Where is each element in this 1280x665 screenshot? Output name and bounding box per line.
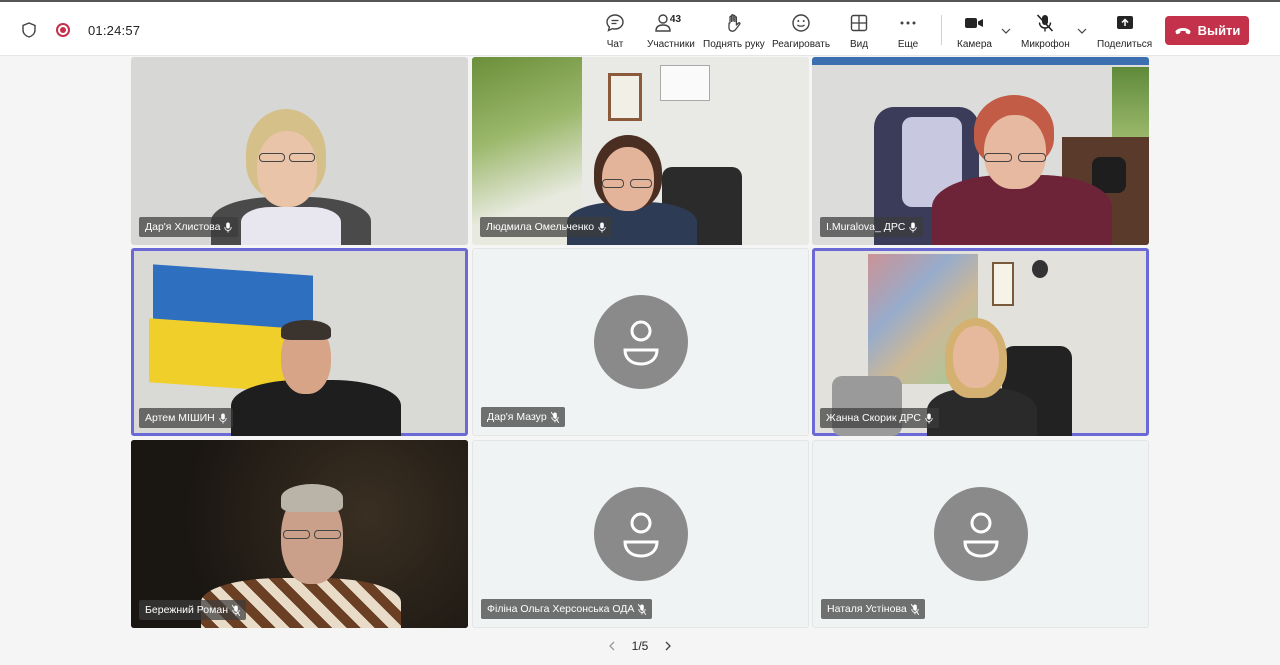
mic-icon [925,413,933,424]
participants-label: Участники [647,39,695,50]
leave-label: Выйти [1197,23,1241,38]
people-icon: 43 [648,12,694,34]
participant-name-tag: Жанна Скорик ДРС [820,408,939,428]
gallery-pager: 1/5 [0,632,1280,660]
mic-muted-icon [909,222,918,233]
teams-meeting-window: 01:24:57 Чат 43 Участники Поднять руку Р… [0,0,1280,665]
participant-name: Людмила Омельченко [486,221,595,233]
react-label: Реагировать [772,39,831,50]
camera-button[interactable]: Камера [957,12,992,50]
toolbar-divider [941,15,942,45]
participant-name-tag: Дар'я Хлистова [139,217,239,237]
chat-button[interactable]: Чат [604,12,626,50]
more-dots-icon [897,12,919,34]
participant-name-tag: Людмила Омельченко [480,217,613,237]
more-button[interactable]: Еще [897,12,919,50]
mic-options-chevron-icon[interactable] [1076,24,1088,36]
participant-name: I.Muralova_ ДРС [826,221,906,233]
video-tile[interactable]: Дар'я Хлистова [131,57,468,245]
avatar-tile[interactable]: Наталя Устінова [812,440,1149,628]
recording-icon [56,23,70,37]
chevron-left-icon[interactable] [606,640,618,652]
raise-hand-button[interactable]: Поднять руку [703,12,765,50]
avatar [593,295,688,389]
avatar [593,487,688,581]
person-placeholder-icon [619,509,663,559]
participant-name: Жанна Скорик ДРС [826,412,921,424]
share-label: Поделиться [1097,39,1153,50]
participant-name: Філіна Ольга Херсонська ОДА [487,603,635,615]
camera-options-chevron-icon[interactable] [1000,24,1012,36]
participant-name: Артем МІШИН [145,412,215,424]
react-button[interactable]: Реагировать [772,12,830,50]
share-button[interactable]: Поделиться [1097,12,1152,50]
video-tile[interactable]: Людмила Омельченко [472,57,809,245]
mic-muted-icon [224,222,233,233]
video-tile[interactable]: Бережний Роман [131,440,468,628]
participant-name: Дар'я Мазур [487,411,547,423]
participants-button[interactable]: 43 Участники [647,12,695,50]
view-button[interactable]: Вид [848,12,870,50]
mic-muted-icon [1034,12,1056,34]
participant-name-tag: Артем МІШИН [139,408,233,428]
chevron-right-icon[interactable] [662,640,674,652]
mic-muted-icon [598,222,606,233]
view-label: Вид [849,39,869,50]
more-label: Еще [897,39,919,50]
meeting-timer: 01:24:57 [88,22,141,38]
shield-icon[interactable] [20,21,38,39]
hand-icon [723,12,745,34]
participant-name-tag: Філіна Ольга Херсонська ОДА [481,599,653,619]
avatar-tile[interactable]: Філіна Ольга Херсонська ОДА [472,440,809,628]
participant-name-tag: Дар'я Мазур [481,407,565,427]
video-tile-active-speaker[interactable]: Жанна Скорик ДРС [812,248,1149,436]
camera-label: Камера [957,39,992,50]
mic-muted-icon [910,603,919,615]
person-placeholder-icon [619,317,663,367]
video-tile-active-speaker[interactable]: Артем МІШИН [131,248,468,436]
page-indicator: 1/5 [631,639,649,653]
chat-icon [604,12,626,34]
participant-name-tag: Наталя Устінова [821,599,925,619]
participant-name-tag: I.Muralova_ ДРС [820,217,924,237]
mic-muted-icon [638,603,647,615]
meeting-status: 01:24:57 [20,2,140,58]
leave-button[interactable]: Выйти [1165,16,1249,45]
raise-hand-label: Поднять руку [703,39,765,50]
grid-view-icon [848,12,870,34]
smiley-icon [790,12,812,34]
participant-name-tag: Бережний Роман [139,600,247,620]
mic-muted-icon [550,411,559,423]
phone-hangup-icon [1174,25,1192,37]
share-screen-icon [1114,12,1136,34]
mic-muted-icon [232,604,241,616]
person-placeholder-icon [959,509,1003,559]
participant-name: Дар'я Хлистова [145,221,221,233]
video-tile[interactable]: I.Muralova_ ДРС [812,57,1149,245]
avatar [933,487,1028,581]
meeting-toolbar: 01:24:57 Чат 43 Участники Поднять руку Р… [0,0,1280,56]
participant-name: Бережний Роман [145,604,229,616]
chat-label: Чат [606,39,624,50]
mic-icon [219,413,227,424]
mic-label: Микрофон [1021,39,1070,50]
avatar-tile[interactable]: Дар'я Мазур [472,248,809,436]
camera-icon [963,12,985,34]
participants-count: 43 [669,14,682,25]
microphone-button[interactable]: Микрофон [1021,12,1070,50]
participant-name: Наталя Устінова [827,603,907,615]
